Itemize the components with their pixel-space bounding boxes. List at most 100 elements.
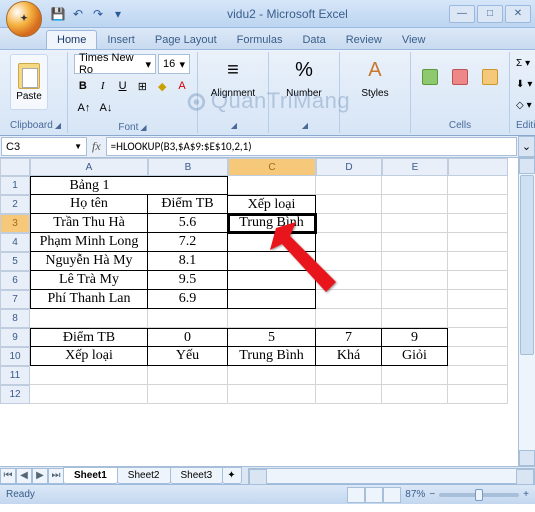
sheet-tab-2[interactable]: Sheet2: [117, 467, 171, 484]
autosum-button[interactable]: Σ ▾: [516, 54, 535, 72]
minimize-button[interactable]: —: [449, 5, 475, 23]
cell-d12[interactable]: [316, 385, 382, 404]
cell-d3[interactable]: [316, 214, 382, 233]
cell-c2[interactable]: Xếp loại: [228, 195, 316, 214]
cell-a2[interactable]: Họ tên: [30, 195, 148, 214]
font-launcher-icon[interactable]: ◢: [140, 123, 146, 132]
italic-button[interactable]: I: [94, 76, 112, 96]
cell-a3[interactable]: Trần Thu Hà: [30, 214, 148, 233]
row-header-3[interactable]: 3: [0, 214, 30, 233]
cell-f7[interactable]: [448, 290, 508, 309]
cell-e3[interactable]: [382, 214, 448, 233]
cell-e12[interactable]: [382, 385, 448, 404]
cell-c8[interactable]: [228, 309, 316, 328]
cell-c7[interactable]: [228, 290, 316, 309]
cell-b6[interactable]: 9.5: [148, 271, 228, 290]
sheet-nav-first-icon[interactable]: ⏮: [0, 468, 16, 484]
cell-e6[interactable]: [382, 271, 448, 290]
row-header-5[interactable]: 5: [0, 252, 30, 271]
cell-e5[interactable]: [382, 252, 448, 271]
cell-f8[interactable]: [448, 309, 508, 328]
cell-b5[interactable]: 8.1: [148, 252, 228, 271]
zoom-out-button[interactable]: −: [429, 489, 435, 500]
sheet-tab-1[interactable]: Sheet1: [63, 467, 118, 484]
zoom-in-button[interactable]: +: [523, 489, 529, 500]
cell-f9[interactable]: [448, 328, 508, 347]
cell-a5[interactable]: Nguyễn Hà My: [30, 252, 148, 271]
sheet-nav-last-icon[interactable]: ⏭: [48, 468, 64, 484]
col-header-c[interactable]: C: [228, 158, 316, 176]
redo-icon[interactable]: ↷: [90, 6, 106, 22]
number-icon[interactable]: %: [288, 54, 320, 86]
row-header-12[interactable]: 12: [0, 385, 30, 404]
cell-d9[interactable]: 7: [316, 328, 382, 347]
row-header-2[interactable]: 2: [0, 195, 30, 214]
cell-b8[interactable]: [148, 309, 228, 328]
cell-b4[interactable]: 7.2: [148, 233, 228, 252]
cell-f6[interactable]: [448, 271, 508, 290]
formula-expand-icon[interactable]: ⌄: [518, 136, 535, 157]
cell-a7[interactable]: Phí Thanh Lan: [30, 290, 148, 309]
undo-icon[interactable]: ↶: [70, 6, 86, 22]
bold-button[interactable]: B: [74, 76, 92, 96]
font-size-combo[interactable]: 16▾: [158, 54, 190, 74]
cell-a10[interactable]: Xếp loại: [30, 347, 148, 366]
cell-f2[interactable]: [448, 195, 508, 214]
cell-b7[interactable]: 6.9: [148, 290, 228, 309]
cell-d8[interactable]: [316, 309, 382, 328]
grow-font-button[interactable]: A↑: [74, 98, 94, 118]
fill-button[interactable]: ⬇ ▾: [516, 75, 535, 93]
font-name-combo[interactable]: Times New Ro▾: [74, 54, 156, 74]
cell-b1[interactable]: [148, 176, 228, 195]
save-icon[interactable]: 💾: [50, 6, 66, 22]
cell-f12[interactable]: [448, 385, 508, 404]
spreadsheet-grid[interactable]: A B C D E 1 Bảng 1 2 Họ tên Điểm TB Xếp …: [0, 158, 535, 466]
cell-d6[interactable]: [316, 271, 382, 290]
cell-a9[interactable]: Điểm TB: [30, 328, 148, 347]
cell-e8[interactable]: [382, 309, 448, 328]
row-header-1[interactable]: 1: [0, 176, 30, 195]
styles-icon[interactable]: A: [359, 54, 391, 86]
cell-d7[interactable]: [316, 290, 382, 309]
col-header-d[interactable]: D: [316, 158, 382, 176]
cell-c11[interactable]: [228, 366, 316, 385]
delete-cells-button[interactable]: [447, 54, 473, 100]
cell-e2[interactable]: [382, 195, 448, 214]
cell-f10[interactable]: [448, 347, 508, 366]
fill-color-button[interactable]: ◆: [153, 76, 171, 96]
tab-data[interactable]: Data: [292, 31, 335, 49]
vertical-scrollbar[interactable]: [518, 158, 535, 466]
cell-f4[interactable]: [448, 233, 508, 252]
clear-button[interactable]: ◇ ▾: [516, 97, 535, 115]
cell-e9[interactable]: 9: [382, 328, 448, 347]
underline-button[interactable]: U: [114, 76, 132, 96]
row-header-4[interactable]: 4: [0, 233, 30, 252]
number-launcher-icon[interactable]: ◢: [302, 121, 308, 130]
cell-f5[interactable]: [448, 252, 508, 271]
alignment-launcher-icon[interactable]: ◢: [231, 121, 237, 130]
zoom-level[interactable]: 87%: [405, 489, 425, 500]
sheet-nav-next-icon[interactable]: ▶: [32, 468, 48, 484]
view-pagebreak-button[interactable]: [383, 487, 401, 503]
row-header-8[interactable]: 8: [0, 309, 30, 328]
cell-a6[interactable]: Lê Trà My: [30, 271, 148, 290]
cell-e10[interactable]: Giỏi: [382, 347, 448, 366]
qat-dropdown-icon[interactable]: ▾: [110, 6, 126, 22]
row-header-10[interactable]: 10: [0, 347, 30, 366]
cell-a1[interactable]: Bảng 1: [30, 176, 148, 195]
format-cells-button[interactable]: [477, 54, 503, 100]
cell-d5[interactable]: [316, 252, 382, 271]
alignment-icon[interactable]: ≡: [217, 54, 249, 86]
cell-f1[interactable]: [448, 176, 508, 195]
cell-e7[interactable]: [382, 290, 448, 309]
cell-a12[interactable]: [30, 385, 148, 404]
cell-c10[interactable]: Trung Bình: [228, 347, 316, 366]
col-header-extra[interactable]: [448, 158, 508, 176]
border-button[interactable]: ⊞: [133, 76, 151, 96]
cell-a4[interactable]: Phạm Minh Long: [30, 233, 148, 252]
tab-insert[interactable]: Insert: [97, 31, 145, 49]
paste-button[interactable]: Paste: [10, 54, 48, 110]
cell-b12[interactable]: [148, 385, 228, 404]
cell-c1[interactable]: [228, 176, 316, 195]
cell-a8[interactable]: [30, 309, 148, 328]
